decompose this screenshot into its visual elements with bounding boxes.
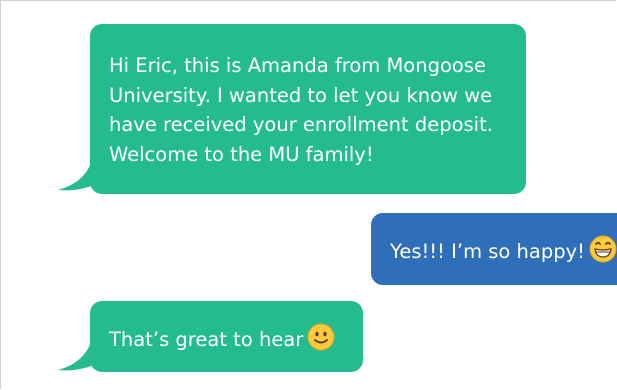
message-bubble-incoming: That’s great to hear — [90, 301, 363, 372]
grinning-face-icon — [589, 235, 617, 263]
message-text: Yes!!! I’m so happy! — [390, 240, 585, 263]
message-text: Hi Eric, this is Amanda from Mongoose Un… — [109, 54, 493, 166]
message-text: That’s great to hear — [109, 328, 304, 351]
message-bubble-incoming: Hi Eric, this is Amanda from Mongoose Un… — [90, 24, 526, 194]
message-bubble-outgoing: Yes!!! I’m so happy! — [371, 213, 617, 285]
slightly-smiling-face-icon — [307, 323, 335, 351]
